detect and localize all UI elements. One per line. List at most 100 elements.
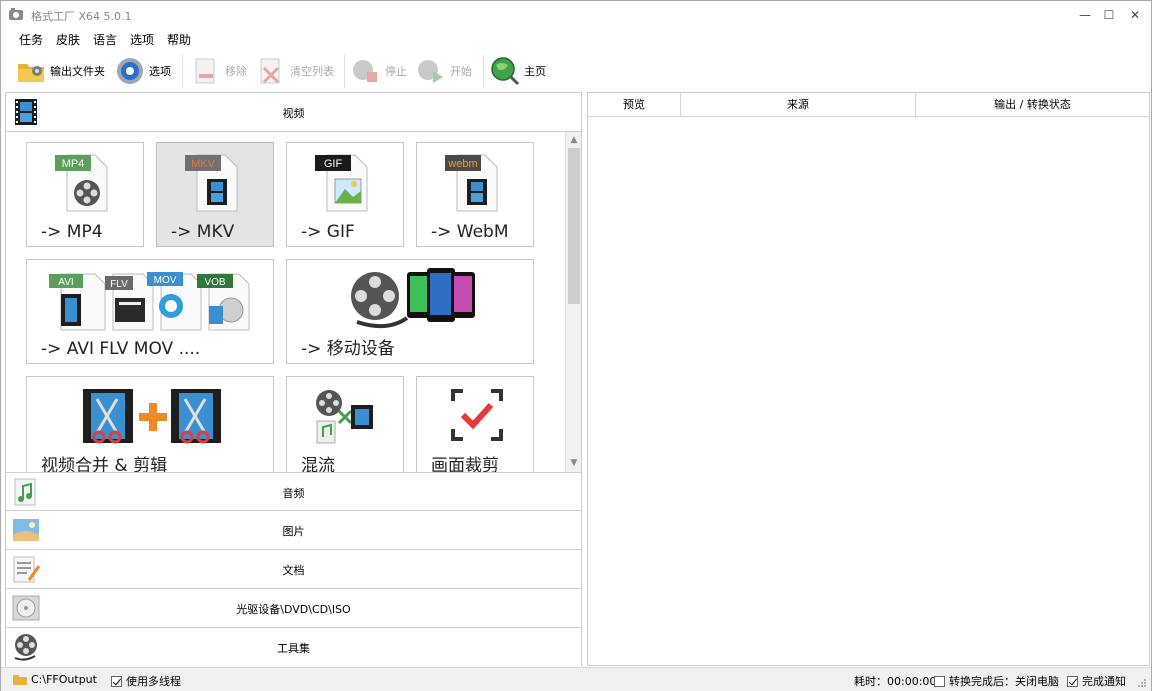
tile-gif[interactable]: GIF -> GIF (286, 142, 404, 247)
remove-label: 移除 (225, 65, 247, 78)
stop-icon (353, 60, 377, 82)
multi-format-icon: AVI FLV MOV VOB (49, 272, 250, 331)
shutdown-after-label: 转换完成后：关闭电脑 (949, 675, 1059, 688)
category-video[interactable]: 视频 (6, 93, 581, 132)
checkbox-unchecked-icon (934, 676, 945, 687)
clear-list-icon (260, 58, 280, 84)
start-button[interactable]: 开始 (416, 55, 472, 87)
column-output-status[interactable]: 输出 / 转换状态 (916, 93, 1149, 117)
tile-mp4-label: -> MP4 (41, 222, 103, 242)
gif-file-icon: GIF (315, 154, 368, 212)
app-window: 格式工厂 X64 5.0.1 — ☐ ✕ 任务 皮肤 语言 选项 帮助 输出文件… (0, 0, 1152, 691)
menu-skin[interactable]: 皮肤 (56, 31, 80, 48)
task-list-panel: 预览 来源 输出 / 转换状态 (587, 92, 1150, 666)
tile-mkv[interactable]: MKV -> MKV (156, 142, 274, 247)
menu-options[interactable]: 选项 (130, 31, 154, 48)
mux-icon (316, 390, 373, 444)
menu-help[interactable]: 帮助 (167, 31, 191, 48)
category-panel: 视频 MP4 -> MP4 MKV -> MKV GIF -> GIF webm… (5, 92, 582, 667)
mkv-file-icon: MKV (185, 154, 238, 212)
tile-avi-flv-mov-label: -> AVI FLV MOV .... (41, 339, 201, 359)
gear-icon (117, 58, 143, 84)
stop-button[interactable]: 停止 (351, 55, 407, 87)
tile-merge-cut[interactable]: 视频合并 & 剪辑 (26, 376, 274, 472)
category-document[interactable]: 文档 (6, 550, 581, 589)
remove-button[interactable]: 移除 (191, 55, 247, 87)
tile-gif-label: -> GIF (301, 222, 355, 242)
close-button[interactable]: ✕ (1125, 5, 1145, 25)
start-icon (418, 60, 443, 83)
notify-checkbox[interactable]: 完成通知 (1067, 673, 1126, 689)
checkbox-checked-icon (111, 676, 122, 687)
checkbox-checked-icon (1067, 676, 1078, 687)
clear-list-button[interactable]: 清空列表 (256, 55, 334, 87)
category-image-label: 图片 (282, 525, 305, 538)
output-path-item[interactable]: C:\FFOutput (13, 673, 97, 686)
crop-icon (451, 389, 503, 441)
tile-mobile-device-label: -> 移动设备 (301, 339, 395, 359)
title-bar: 格式工厂 X64 5.0.1 — ☐ ✕ (1, 1, 1151, 29)
toolbar: 输出文件夹 选项 移除 清空列表 停止 开始 主页 (1, 51, 1151, 91)
video-tile-grid: MP4 -> MP4 MKV -> MKV GIF -> GIF webm ->… (6, 132, 565, 472)
category-video-label: 视频 (282, 107, 305, 120)
scroll-up-arrow-icon[interactable]: ▲ (567, 133, 581, 147)
resize-grip-icon[interactable] (1137, 678, 1147, 688)
tile-mobile-device[interactable]: -> 移动设备 (286, 259, 534, 364)
tile-grid-scrollbar[interactable]: ▲ ▼ (565, 132, 581, 472)
menu-task[interactable]: 任务 (19, 31, 43, 48)
tile-mux-label: 混流 (301, 456, 335, 472)
output-path: C:\FFOutput (31, 673, 97, 686)
tile-mp4[interactable]: MP4 -> MP4 (26, 142, 144, 247)
column-preview[interactable]: 预览 (588, 93, 681, 117)
tile-crop-label: 画面裁剪 (431, 456, 499, 472)
svg-text:MP4: MP4 (62, 158, 85, 170)
folder-icon (18, 64, 44, 82)
category-disc[interactable]: 光驱设备\DVD\CD\ISO (6, 589, 581, 628)
category-audio-label: 音频 (282, 487, 305, 500)
maximize-button[interactable]: ☐ (1099, 5, 1119, 25)
toolbar-divider (344, 55, 345, 87)
scrollbar-thumb[interactable] (568, 148, 580, 304)
merge-cut-icon (83, 389, 221, 444)
home-label: 主页 (524, 65, 546, 78)
stop-label: 停止 (385, 65, 407, 78)
options-button[interactable]: 选项 (115, 55, 171, 87)
output-folder-button[interactable]: 输出文件夹 (16, 55, 105, 87)
svg-text:FLV: FLV (110, 279, 128, 290)
folder-icon (13, 675, 27, 685)
svg-text:MOV: MOV (154, 275, 177, 286)
tile-avi-flv-mov[interactable]: AVI FLV MOV VOB -> AVI FLV MOV .... (26, 259, 274, 364)
mp4-file-icon: MP4 (55, 154, 108, 212)
column-source[interactable]: 来源 (681, 93, 916, 117)
tile-merge-cut-label: 视频合并 & 剪辑 (41, 456, 168, 472)
elapsed-time: 耗时：00:00:00 (854, 675, 937, 688)
multithread-label: 使用多线程 (126, 675, 181, 688)
category-disc-label: 光驱设备\DVD\CD\ISO (236, 603, 351, 616)
home-button[interactable]: 主页 (490, 55, 546, 87)
output-folder-label: 输出文件夹 (50, 65, 105, 78)
category-image[interactable]: 图片 (6, 511, 581, 550)
webm-file-icon: webm (445, 154, 498, 212)
options-label: 选项 (149, 65, 171, 78)
app-logo-icon (9, 8, 23, 20)
tile-crop[interactable]: 画面裁剪 (416, 376, 534, 472)
multithread-checkbox[interactable]: 使用多线程 (111, 673, 181, 689)
minimize-button[interactable]: — (1075, 5, 1095, 25)
menu-bar: 任务 皮肤 语言 选项 帮助 (1, 29, 1151, 49)
category-audio[interactable]: 音频 (6, 472, 581, 511)
toolbar-divider (182, 55, 183, 87)
home-globe-icon (491, 57, 520, 86)
status-bar: C:\FFOutput 使用多线程 耗时：00:00:00 转换完成后：关闭电脑… (1, 667, 1151, 691)
start-label: 开始 (450, 65, 472, 78)
tile-webm[interactable]: webm -> WebM (416, 142, 534, 247)
shutdown-after-checkbox[interactable]: 转换完成后：关闭电脑 (934, 673, 1059, 689)
svg-text:AVI: AVI (58, 277, 73, 288)
category-tools[interactable]: 工具集 (6, 628, 581, 667)
category-document-label: 文档 (282, 564, 305, 577)
svg-text:GIF: GIF (324, 158, 343, 170)
tile-mux[interactable]: 混流 (286, 376, 404, 472)
scroll-down-arrow-icon[interactable]: ▼ (567, 456, 581, 470)
tile-mkv-label: -> MKV (171, 222, 235, 242)
menu-language[interactable]: 语言 (93, 31, 117, 48)
category-tools-label: 工具集 (277, 642, 310, 655)
